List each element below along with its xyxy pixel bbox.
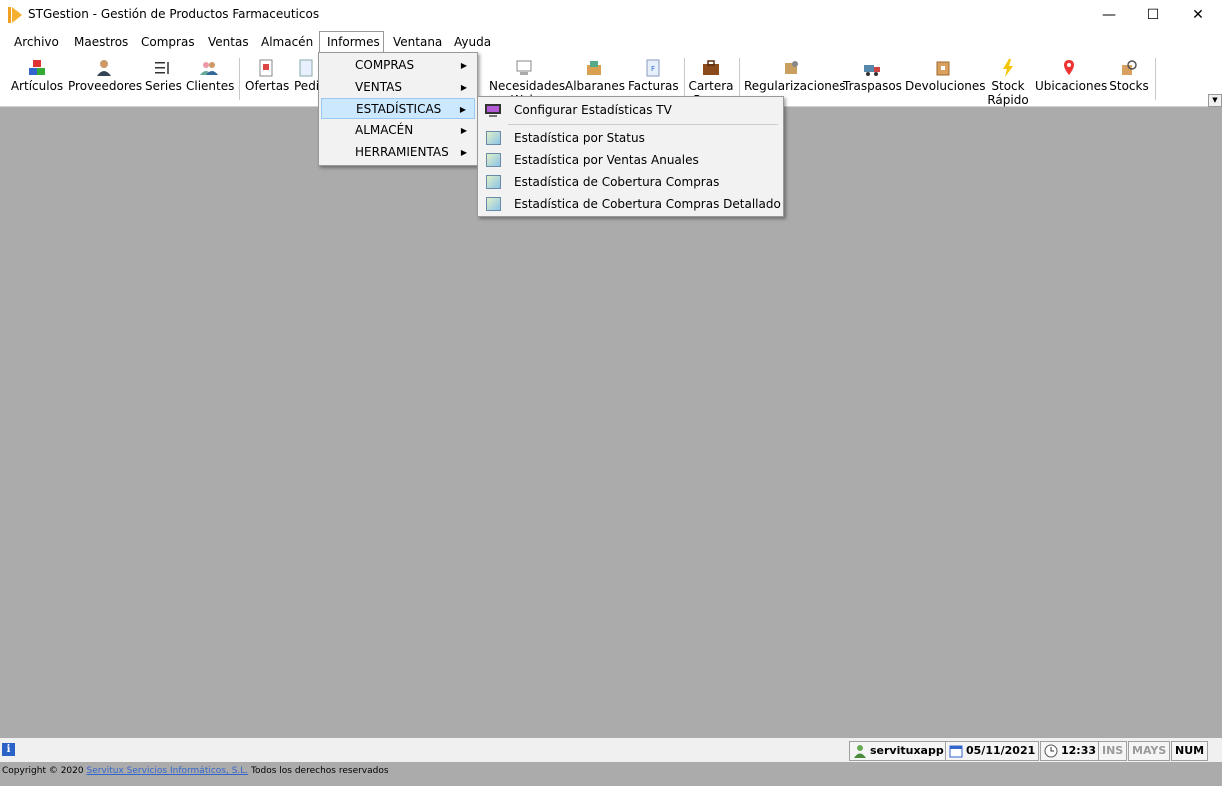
- status-date: 05/11/2021: [945, 741, 1040, 761]
- toolbar-separator: [739, 58, 740, 100]
- location-pin-icon: [1064, 60, 1074, 75]
- estadisticas-submenu: Configurar Estadísticas TV Estadística p…: [477, 96, 784, 217]
- status-mays: MAYS: [1128, 741, 1171, 761]
- submenu-estadistica-por-ventas-anuales[interactable]: Estadística por Ventas Anuales: [480, 150, 780, 171]
- informes-item-ventas[interactable]: VENTAS ▶: [321, 77, 475, 98]
- statistics-report-icon: [486, 131, 501, 145]
- invoices-icon: F: [646, 59, 660, 77]
- menu-ventas[interactable]: Ventas: [208, 33, 249, 51]
- close-icon: ✕: [1192, 7, 1204, 23]
- copyright-footer: Copyright © 2020 Servitux Servicios Info…: [2, 766, 389, 776]
- company-link[interactable]: Servitux Servicios Informáticos, S.L.: [86, 766, 248, 776]
- transfers-icon: [864, 65, 880, 76]
- toolbar-stock-rapido-button[interactable]: Stock Rápido: [986, 56, 1030, 107]
- offers-icon: [259, 59, 273, 77]
- toolbar-articulos-button[interactable]: Artículos: [10, 56, 64, 104]
- toolbar-separator: [1155, 58, 1156, 100]
- submenu-arrow-icon: ▶: [459, 105, 466, 114]
- statistics-report-icon: [486, 175, 501, 189]
- toolbar-ubicaciones-button[interactable]: Ubicaciones: [1035, 56, 1107, 104]
- submenu-estadistica-cobertura-compras-detallado[interactable]: Estadística de Cobertura Compras Detalla…: [480, 194, 781, 215]
- svg-text:F: F: [651, 65, 655, 73]
- status-time: 12:33: [1040, 741, 1101, 761]
- calendar-icon: [949, 745, 963, 758]
- menu-separator: [508, 124, 778, 125]
- submenu-estadistica-cobertura-compras[interactable]: Estadística de Cobertura Compras: [480, 172, 780, 193]
- clock-icon: [1044, 744, 1058, 758]
- app-logo-icon: [8, 7, 22, 23]
- maximize-icon: ☐: [1146, 7, 1160, 23]
- toolbar-devoluciones-button[interactable]: Devoluciones: [905, 56, 986, 104]
- briefcase-icon: [703, 60, 719, 75]
- toolbar-ofertas-button[interactable]: Ofertas: [245, 56, 289, 104]
- menu-archivo[interactable]: Archivo: [14, 33, 59, 51]
- toolbar-stocks-button[interactable]: Stocks: [1108, 56, 1150, 104]
- toolbar-separator: [239, 58, 240, 100]
- statistics-report-icon: [486, 197, 501, 211]
- status-ins: INS: [1098, 741, 1128, 761]
- close-button[interactable]: ✕: [1175, 0, 1221, 30]
- minimize-button[interactable]: —: [1086, 0, 1132, 30]
- toolbar-proveedores-button[interactable]: Proveedores: [68, 56, 142, 104]
- menu-ventana[interactable]: Ventana: [393, 33, 442, 51]
- info-icon[interactable]: i: [2, 743, 15, 756]
- menu-maestros[interactable]: Maestros: [74, 33, 128, 51]
- orders-icon: [299, 59, 313, 77]
- menu-informes[interactable]: Informes: [327, 33, 380, 51]
- delivery-notes-icon: [587, 61, 601, 75]
- toolbar-series-button[interactable]: Series: [145, 56, 182, 104]
- series-icon: [155, 62, 169, 74]
- chevron-down-icon: ▼: [1212, 96, 1218, 104]
- menu-ayuda[interactable]: Ayuda: [454, 33, 491, 51]
- menu-compras[interactable]: Compras: [141, 33, 195, 51]
- submenu-arrow-icon: ▶: [460, 83, 467, 92]
- informes-dropdown-menu: COMPRAS ▶ VENTAS ▶ ESTADÍSTICAS ▶ ALMACÉN ▶ …: [318, 52, 478, 166]
- submenu-configurar-estadisticas-tv[interactable]: Configurar Estadísticas TV: [480, 100, 780, 121]
- minimize-icon: —: [1102, 7, 1116, 23]
- adjustments-icon: [785, 61, 798, 74]
- informes-item-almacen[interactable]: ALMACÉN ▶: [321, 120, 475, 141]
- clients-icon: [200, 62, 218, 75]
- submenu-arrow-icon: ▶: [460, 126, 467, 135]
- submenu-arrow-icon: ▶: [460, 61, 467, 70]
- submenu-arrow-icon: ▶: [460, 148, 467, 157]
- supplier-icon: [97, 60, 111, 76]
- statistics-report-icon: [486, 153, 501, 167]
- window-title: STGestion - Gestión de Productos Farmace…: [28, 7, 320, 21]
- tv-monitor-icon: [485, 104, 501, 117]
- status-num: NUM: [1171, 741, 1209, 761]
- toolbar-traspasos-button[interactable]: Traspasos: [843, 56, 902, 104]
- status-user: servituxapp: [849, 741, 948, 761]
- toolbar-overflow-button[interactable]: ▼: [1208, 94, 1222, 107]
- toolbar-separator: [684, 58, 685, 100]
- returns-icon: [936, 61, 950, 76]
- informes-item-estadisticas[interactable]: ESTADÍSTICAS ▶: [321, 98, 475, 119]
- informes-item-compras[interactable]: COMPRAS ▶: [321, 55, 475, 76]
- maximize-button[interactable]: ☐: [1130, 0, 1176, 30]
- toolbar-pedidos-button[interactable]: Pedi: [294, 56, 318, 104]
- toolbar-clientes-button[interactable]: Clientes: [186, 56, 234, 104]
- search-stock-icon: [1122, 60, 1137, 75]
- articles-icon: [29, 60, 45, 75]
- web-needs-icon: [516, 60, 532, 75]
- submenu-estadistica-por-status[interactable]: Estadística por Status: [480, 128, 780, 149]
- menu-almacen[interactable]: Almacén: [261, 33, 313, 51]
- informes-item-herramientas[interactable]: HERRAMIENTAS ▶: [321, 142, 475, 163]
- lightning-icon: [1003, 59, 1013, 77]
- user-icon: [854, 745, 866, 758]
